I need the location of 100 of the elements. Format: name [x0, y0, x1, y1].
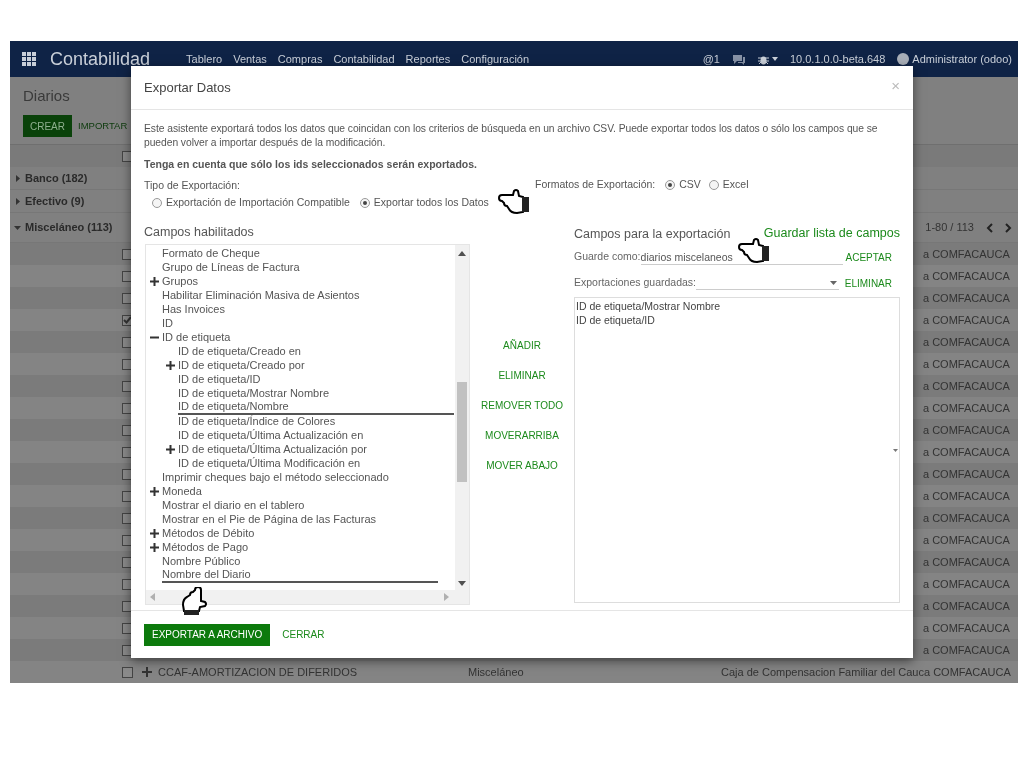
field-item[interactable]: Has Invoices	[162, 302, 225, 316]
table-cell-text: a COMFACAUCA	[923, 246, 1010, 262]
page-title: Diarios	[23, 87, 70, 105]
radio-label[interactable]: CSV	[679, 177, 701, 193]
action-button[interactable]: REMOVER TODO	[481, 399, 563, 412]
caret-down-icon[interactable]	[14, 224, 21, 231]
action-button[interactable]: MOVER ABAJO	[486, 459, 558, 472]
expand-icon[interactable]	[166, 444, 175, 454]
action-button[interactable]: ELIMINAR	[498, 369, 546, 382]
radio-button[interactable]	[152, 198, 162, 208]
delete-saved-button[interactable]: ELIMINAR	[844, 275, 892, 291]
scroll-up-icon[interactable]	[458, 251, 466, 256]
field-item[interactable]: Moneda	[162, 484, 202, 498]
action-button[interactable]: AÑADIR	[503, 339, 541, 352]
field-item[interactable]: ID de etiqueta/Mostrar Nombre	[178, 386, 329, 400]
field-item[interactable]: Métodos de Débito	[162, 526, 255, 540]
scrollbar-thumb[interactable]	[457, 382, 467, 482]
table-cell-text: a COMFACAUCA	[923, 378, 1010, 394]
field-item[interactable]: Grupo de Líneas de Factura	[162, 260, 300, 274]
chat-icon[interactable]	[731, 53, 746, 65]
action-button[interactable]: MOVERARRIBA	[485, 429, 559, 442]
table-cell-text: Misceláneo	[468, 664, 525, 680]
saved-exports-label: Exportaciones guardadas:	[574, 275, 696, 291]
field-item[interactable]: ID de etiqueta/Nombre	[178, 399, 454, 415]
table-cell-text: a COMFACAUCA	[923, 532, 1010, 548]
expand-icon[interactable]	[166, 360, 175, 370]
field-item[interactable]: Habilitar Eliminación Masiva de Asientos	[162, 288, 360, 302]
save-list-link[interactable]: Guardar lista de campos	[763, 224, 900, 243]
table-cell-text: a COMFACAUCA	[923, 290, 1010, 306]
export-field-item[interactable]: ID de etiqueta/ID	[576, 313, 899, 327]
field-item[interactable]: Mostrar en el Pie de Página de las Facturas	[162, 512, 376, 526]
field-item[interactable]: ID de etiqueta/Creado en	[178, 344, 301, 358]
caret-right-icon[interactable]	[14, 174, 21, 182]
mentions-counter[interactable]: @1	[702, 50, 720, 68]
field-item[interactable]: Imprimir cheques bajo el método seleccionado	[162, 470, 389, 484]
field-item[interactable]: ID de etiqueta/Última Modificación en	[178, 456, 361, 470]
checkbox[interactable]	[122, 666, 133, 678]
apps-grid-icon[interactable]	[22, 52, 36, 66]
group-row[interactable]: Misceláneo (113)	[25, 219, 113, 236]
radio-label[interactable]: Exportación de Importación Compatible	[166, 195, 350, 211]
formats-label: Formatos de Exportación:	[535, 177, 656, 193]
field-item[interactable]: Nombre Público	[162, 554, 241, 568]
field-item[interactable]: ID de etiqueta/Última Actualización por	[178, 442, 367, 456]
vertical-scrollbar[interactable]	[455, 245, 469, 590]
field-item[interactable]: Métodos de Pago	[162, 540, 249, 554]
version-label: 10.0.1.0.0-beta.648	[789, 51, 886, 67]
field-item[interactable]: ID de etiqueta/ID	[178, 372, 261, 386]
expand-icon[interactable]	[150, 542, 159, 552]
next-icon[interactable]	[1005, 222, 1012, 233]
intro-text: Este asistente exportará todos los datos que coincidan con los criterios de búsqueda en un archivo CSV. Puede exportar todos los datos o sólo los campos que se pueden volver a importar después de la modificación.	[144, 122, 879, 150]
caret-icon	[893, 449, 898, 452]
expand-icon[interactable]	[150, 276, 159, 286]
create-button[interactable]: CREAR	[23, 115, 72, 137]
radio-label[interactable]: Excel	[722, 177, 749, 193]
menu-item[interactable]: Ventas	[233, 50, 267, 68]
group-row[interactable]: Efectivo (9)	[25, 192, 85, 210]
table-cell-text: CCAF-AMORTIZACION DE DIFERIDOS	[158, 664, 359, 680]
group-row[interactable]: Banco (182)	[25, 169, 88, 187]
menu-item[interactable]: Contabilidad	[333, 50, 395, 68]
table-cell-text: a COMFACAUCA	[923, 400, 1010, 416]
table-cell-text: a COMFACAUCA	[923, 422, 1010, 438]
field-item[interactable]: ID de etiqueta/Índice de Colores	[178, 414, 336, 428]
export-field-item[interactable]: ID de etiqueta/Mostrar Nombre	[576, 299, 899, 313]
drag-handle-icon[interactable]	[142, 667, 152, 677]
app-title: Contabilidad	[50, 47, 151, 71]
field-item[interactable]: ID de etiqueta	[162, 330, 231, 344]
pager: 1-80 / 113	[925, 220, 974, 236]
expand-icon[interactable]	[150, 486, 159, 496]
radio-button[interactable]	[708, 180, 719, 190]
menu-item[interactable]: Compras	[277, 50, 323, 68]
close-dialog-button[interactable]: CERRAR	[282, 627, 325, 642]
table-cell-text: a COMFACAUCA	[923, 598, 1010, 614]
menu-item[interactable]: Configuración	[461, 50, 530, 68]
pointer-hand-icon	[497, 188, 531, 216]
table-cell-text: a COMFACAUCA	[923, 444, 1010, 460]
menu-item[interactable]: Reportes	[405, 50, 451, 68]
scroll-down-icon[interactable]	[458, 581, 466, 586]
table-cell-text: a COMFACAUCA	[923, 356, 1010, 372]
table-cell-text: Caja de Compensacion Familiar del Cauca COMFACAUCA	[721, 664, 1011, 680]
radio-label[interactable]: Exportar todos los Datos	[373, 195, 489, 211]
save-as-label: Guarde como:	[574, 249, 641, 265]
field-item[interactable]: ID	[162, 316, 173, 330]
accept-button[interactable]: ACEPTAR	[845, 249, 892, 265]
caret-right-icon[interactable]	[14, 197, 21, 205]
user-menu[interactable]: Administrator (odoo)	[912, 50, 1012, 68]
field-item[interactable]: Nombre del Diario	[162, 567, 438, 583]
export-button[interactable]: EXPORTAR A ARCHIVO	[144, 623, 271, 646]
note-text: Tenga en cuenta que sólo los ids seleccionados serán exportados.	[144, 157, 478, 171]
field-item[interactable]: Formato de Cheque	[162, 246, 260, 260]
radio-button[interactable]	[359, 198, 370, 208]
section-title: Campos habilitados	[144, 224, 255, 241]
field-item[interactable]: ID de etiqueta/Creado por	[178, 358, 305, 372]
expand-icon[interactable]	[150, 528, 159, 538]
field-item[interactable]: Grupos	[162, 274, 199, 288]
field-item[interactable]: ID de etiqueta/Última Actualización en	[178, 428, 364, 442]
previous-icon[interactable]	[986, 222, 993, 233]
field-item[interactable]: Mostrar el diario en el tablero	[162, 498, 305, 512]
avatar-icon[interactable]	[897, 53, 910, 65]
menu-item[interactable]: Tablero	[186, 50, 223, 68]
radio-button[interactable]	[665, 180, 676, 190]
